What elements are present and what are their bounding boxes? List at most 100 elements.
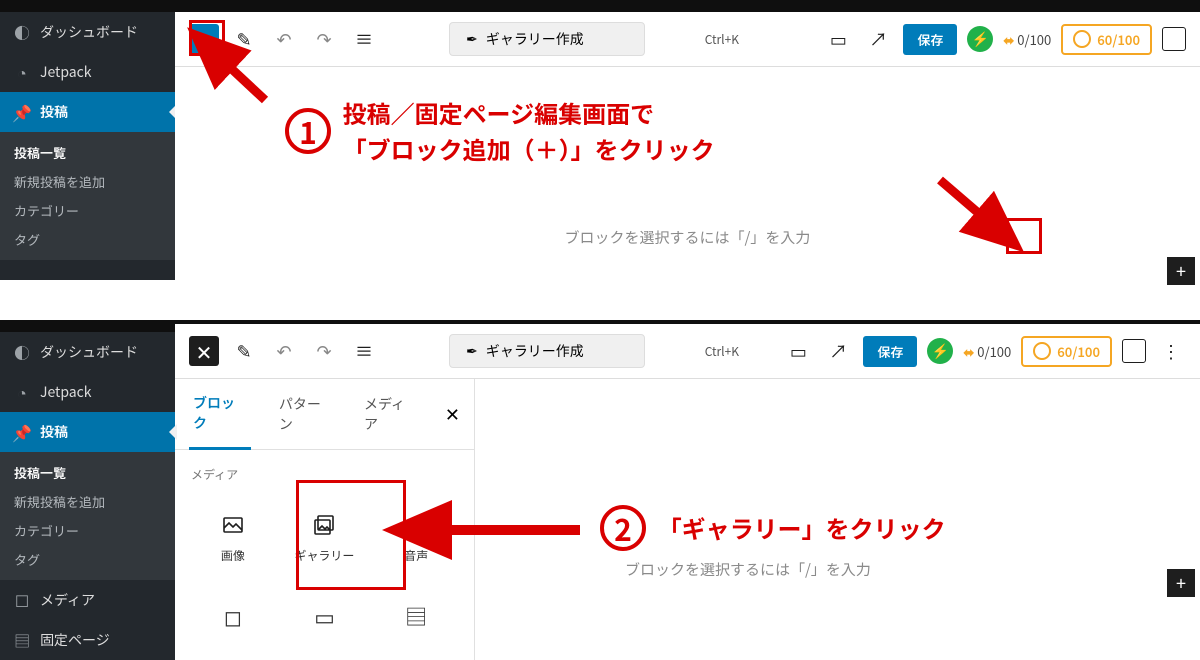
sidebar-label: Jetpack — [40, 382, 92, 402]
list-view-icon[interactable]: ≡ — [349, 336, 379, 366]
sidebar-label: ダッシュボード — [40, 342, 138, 362]
sidebar-label: ダッシュボード — [40, 22, 138, 42]
block-gallery[interactable]: ギャラリー — [283, 497, 367, 580]
seo-score-2[interactable]: 60/100 — [1021, 336, 1112, 367]
tab-patterns[interactable]: パターン — [275, 380, 336, 448]
redo-icon[interactable]: ↷ — [309, 336, 339, 366]
sidebar-label: 投稿 — [40, 422, 68, 442]
edit-mode-icon[interactable]: ✎ — [229, 336, 259, 366]
sidebar-label: 固定ページ — [40, 630, 110, 650]
sidebar-sub-posts-list[interactable]: 投稿一覧 — [0, 138, 175, 167]
mediatext-icon: ▤ — [404, 604, 428, 628]
seo-icon: ⬌ — [1003, 30, 1014, 49]
seo-score-1[interactable]: ⬌0/100 — [1003, 30, 1051, 49]
device-preview-icon[interactable]: ▭ — [783, 336, 813, 366]
status-badge[interactable]: ⚡ — [927, 338, 953, 364]
sidebar-item-dashboard[interactable]: ◐ ダッシュボード — [0, 332, 175, 372]
sidebar-sub-posts-new[interactable]: 新規投稿を追加 — [0, 487, 175, 516]
admin-bar — [0, 0, 175, 12]
screenshot-2: ◐ ダッシュボード ◔ Jetpack 📌 投稿 投稿一覧 新規投稿を追加 カテ… — [0, 320, 1200, 660]
annotation-number: 2 — [600, 505, 646, 551]
inserter-tabs: ブロック パターン メディア ✕ — [175, 379, 474, 450]
sidebar-submenu-posts: 投稿一覧 新規投稿を追加 カテゴリー タグ — [0, 452, 175, 580]
annotation-number: 1 — [285, 108, 331, 154]
image-icon — [221, 513, 245, 537]
block-cover[interactable]: ◻ — [191, 588, 275, 644]
sidebar-item-jetpack[interactable]: ◔ Jetpack — [0, 52, 175, 92]
pen-icon: ✒ — [466, 341, 478, 361]
save-button[interactable]: 保存 — [863, 336, 917, 367]
jetpack-icon: ◔ — [12, 380, 32, 404]
admin-bar — [0, 320, 175, 332]
list-view-icon[interactable]: ≡ — [349, 24, 379, 54]
device-preview-icon[interactable]: ▭ — [823, 24, 853, 54]
seo-score-1[interactable]: ⬌0/100 — [963, 342, 1011, 361]
annotation-step-2: 2 「ギャラリー」をクリック — [600, 505, 946, 551]
close-icon[interactable]: ✕ — [445, 401, 460, 427]
document-title[interactable]: ✒ ギャラリー作成 — [449, 334, 645, 368]
jetpack-icon: ◔ — [12, 60, 32, 84]
sidebar-toggle-icon[interactable] — [1122, 339, 1146, 363]
shortcut-hint: Ctrl+K — [705, 31, 739, 48]
gear-icon — [1073, 30, 1091, 48]
sidebar-sub-posts-new[interactable]: 新規投稿を追加 — [0, 167, 175, 196]
title-text: ギャラリー作成 — [486, 29, 584, 49]
shortcut-hint: Ctrl+K — [705, 343, 739, 360]
external-link-icon[interactable]: ↗ — [823, 336, 853, 366]
sidebar-sub-tags[interactable]: タグ — [0, 545, 175, 574]
dashboard-icon: ◐ — [12, 20, 32, 44]
gear-icon — [1033, 342, 1051, 360]
external-link-icon[interactable]: ↗ — [863, 24, 893, 54]
block-image[interactable]: 画像 — [191, 497, 275, 580]
sidebar-label: Jetpack — [40, 62, 92, 82]
sidebar-item-media[interactable]: ☐ メディア — [0, 580, 175, 620]
editor-toolbar: ✕ ✎ ↶ ↷ ≡ ✒ ギャラリー作成 Ctrl+K ▭ ↗ 保存 ⚡ ⬌0/1… — [175, 324, 1200, 379]
sidebar-toggle-icon[interactable] — [1162, 27, 1186, 51]
close-inserter-button[interactable]: ✕ — [189, 336, 219, 366]
block-mediatext[interactable]: ▤ — [374, 588, 458, 644]
sidebar-item-pages[interactable]: ▤ 固定ページ — [0, 620, 175, 660]
sidebar-item-posts[interactable]: 📌 投稿 — [0, 412, 175, 452]
sidebar-submenu-posts: 投稿一覧 新規投稿を追加 カテゴリー タグ — [0, 132, 175, 260]
pin-icon: 📌 — [12, 100, 32, 124]
gallery-icon — [312, 513, 336, 537]
sidebar-sub-tags[interactable]: タグ — [0, 225, 175, 254]
screenshot-1: ◐ ダッシュボード ◔ Jetpack 📌 投稿 投稿一覧 新規投稿を追加 カテ… — [0, 0, 1200, 280]
inserter-media-section: メディア 画像 ギャラリー — [175, 450, 474, 660]
dashboard-icon: ◐ — [12, 340, 32, 364]
status-badge[interactable]: ⚡ — [967, 26, 993, 52]
inline-add-block-button[interactable]: + — [1167, 569, 1195, 597]
seo-icon: ⬌ — [963, 342, 974, 361]
tab-media[interactable]: メディア — [360, 380, 421, 448]
block-file[interactable]: ▭ — [283, 588, 367, 644]
sidebar-item-dashboard[interactable]: ◐ ダッシュボード — [0, 12, 175, 52]
sidebar-sub-categories[interactable]: カテゴリー — [0, 516, 175, 545]
sidebar-label: メディア — [40, 590, 95, 610]
seo-score-2[interactable]: 60/100 — [1061, 24, 1152, 55]
page-icon: ▤ — [12, 628, 32, 652]
more-icon[interactable]: ⋮ — [1156, 336, 1186, 366]
sidebar-sub-posts-list[interactable]: 投稿一覧 — [0, 458, 175, 487]
pin-icon: 📌 — [12, 420, 32, 444]
annotation-arrow-2 — [935, 175, 1005, 240]
inline-add-block-button[interactable]: + — [1167, 257, 1195, 285]
block-placeholder-text: ブロックを選択するには「/」を入力 — [625, 559, 1170, 580]
sidebar-sub-categories[interactable]: カテゴリー — [0, 196, 175, 225]
redo-icon[interactable]: ↷ — [309, 24, 339, 54]
admin-bar — [175, 0, 1200, 12]
document-title[interactable]: ✒ ギャラリー作成 — [449, 22, 645, 56]
folder-icon: ▭ — [312, 604, 336, 628]
editor-main: ✕ ✎ ↶ ↷ ≡ ✒ ギャラリー作成 Ctrl+K ▭ ↗ 保存 ⚡ ⬌0/1… — [175, 320, 1200, 660]
annotation-arrow-1 — [210, 50, 280, 115]
undo-icon[interactable]: ↶ — [269, 336, 299, 366]
sidebar-item-posts[interactable]: 📌 投稿 — [0, 92, 175, 132]
tab-blocks[interactable]: ブロック — [189, 379, 251, 450]
media-icon: ☐ — [12, 588, 32, 612]
sidebar-label: 投稿 — [40, 102, 68, 122]
category-label: メディア — [191, 466, 458, 483]
sidebar-item-jetpack[interactable]: ◔ Jetpack — [0, 372, 175, 412]
annotation-step-1: 1 投稿／固定ページ編集画面で「ブロック追加（＋）」をクリック — [285, 95, 715, 167]
title-text: ギャラリー作成 — [486, 341, 584, 361]
save-button[interactable]: 保存 — [903, 24, 957, 55]
admin-sidebar: ◐ ダッシュボード ◔ Jetpack 📌 投稿 投稿一覧 新規投稿を追加 カテ… — [0, 0, 175, 280]
